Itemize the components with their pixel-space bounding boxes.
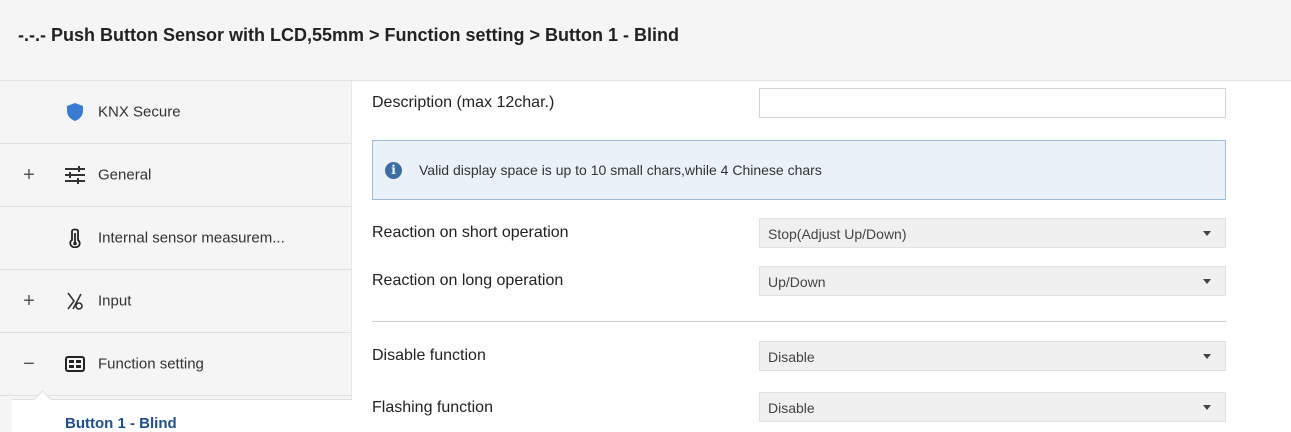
sidebar-item-knx-secure[interactable]: KNX Secure: [0, 81, 351, 144]
sidebar-subitem-button-1-blind[interactable]: Button 1 - Blind: [12, 390, 352, 432]
thermometer-icon: [64, 227, 86, 249]
info-box: i Valid display space is up to 10 small …: [372, 140, 1226, 200]
breadcrumb: -.-.- Push Button Sensor with LCD,55mm >…: [18, 25, 679, 45]
sliders-icon: [64, 164, 86, 186]
info-icon: i: [385, 162, 402, 179]
select-value: Stop(Adjust Up/Down): [768, 226, 907, 242]
long-operation-label: Reaction on long operation: [372, 272, 564, 289]
sidebar-item-function-setting[interactable]: − Function setting: [0, 333, 351, 396]
short-operation-select[interactable]: Stop(Adjust Up/Down): [759, 218, 1226, 248]
chevron-down-icon: [1203, 405, 1211, 410]
select-value: Up/Down: [768, 274, 826, 290]
expand-icon[interactable]: +: [22, 165, 36, 185]
sidebar-item-label: Internal sensor measurem...: [98, 229, 285, 247]
divider: [372, 321, 1226, 322]
disable-function-label: Disable function: [372, 347, 486, 364]
sidebar-subitem-label: Button 1 - Blind: [65, 415, 177, 432]
sidebar-item-internal-sensor[interactable]: Internal sensor measurem...: [0, 207, 351, 270]
sidebar-item-general[interactable]: + General: [0, 144, 351, 207]
sidebar-item-input[interactable]: + Input: [0, 270, 351, 333]
collapse-icon[interactable]: −: [22, 354, 36, 374]
info-text: Valid display space is up to 10 small ch…: [419, 162, 822, 178]
breadcrumb-header: -.-.- Push Button Sensor with LCD,55mm >…: [0, 0, 1291, 81]
disable-function-select[interactable]: Disable: [759, 341, 1226, 371]
select-value: Disable: [768, 400, 815, 416]
flashing-function-label: Flashing function: [372, 399, 493, 416]
description-input[interactable]: [759, 88, 1226, 118]
sidebar: KNX Secure + General Internal sensor mea: [0, 81, 352, 432]
sidebar-item-label: Function setting: [98, 355, 204, 373]
flashing-function-select[interactable]: Disable: [759, 392, 1226, 422]
long-operation-select[interactable]: Up/Down: [759, 266, 1226, 296]
sidebar-item-label: Input: [98, 292, 132, 310]
select-value: Disable: [768, 349, 815, 365]
description-label: Description (max 12char.): [372, 94, 555, 111]
parameter-panel: Description (max 12char.) i Valid displa…: [352, 81, 1291, 432]
sidebar-item-label: General: [98, 166, 152, 184]
chevron-down-icon: [1203, 231, 1211, 236]
short-operation-label: Reaction on short operation: [372, 224, 569, 241]
chevron-down-icon: [1203, 354, 1211, 359]
input-icon: [64, 290, 86, 312]
expand-icon[interactable]: +: [22, 291, 36, 311]
shield-icon: [64, 101, 86, 123]
chevron-down-icon: [1203, 279, 1211, 284]
sidebar-item-label: KNX Secure: [98, 103, 181, 121]
grid-icon: [64, 353, 86, 375]
